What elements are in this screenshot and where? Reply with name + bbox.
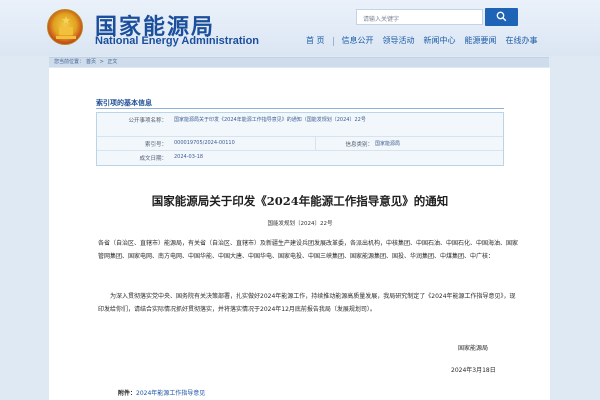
breadcrumb-current: 正文: [107, 59, 118, 65]
info-column-divider: [315, 137, 316, 150]
breadcrumb-separator: >: [98, 59, 106, 65]
star-icon: ★: [61, 14, 71, 27]
search-icon: [496, 11, 507, 22]
info-row-index: 索引号： 000019705/2024-00110 信息类别： 国家能源局: [97, 137, 503, 150]
search-input[interactable]: 请输入关键字: [356, 9, 483, 25]
site-title-en[interactable]: National Energy Administration: [95, 35, 259, 47]
info-value: 国家能源局: [375, 141, 401, 147]
attachment-label: 附件：: [118, 390, 137, 397]
info-row-date: 成文日期： 2024-03-18: [97, 151, 503, 164]
nav-item-leadership[interactable]: 领导活动: [383, 35, 415, 49]
info-row-name: 公开事项名称： 国家能源局关于印发《2024年能源工作指导意见》的通知（国能发规…: [97, 113, 503, 126]
nav-divider: [332, 37, 334, 46]
document-title: 国家能源局关于印发《2024年能源工作指导意见》的通知: [151, 194, 449, 208]
attachment: 附件：2024年能源工作指导意见: [118, 388, 205, 397]
document-paragraph-body: 为深入贯彻落实党中央、国务院有关决策部署，扎实做好2024年能源工作，持续推动能…: [98, 293, 516, 313]
info-label: 信息类别：: [345, 142, 373, 148]
info-label: 索引号：: [144, 142, 167, 148]
signature-organization: 国家能源局: [458, 345, 489, 352]
breadcrumb: 您当前位置： 首页 > 正文: [54, 58, 119, 65]
info-value: 国家能源局关于印发《2024年能源工作指导意见》的通知（国能发规划〔2024〕2…: [174, 117, 366, 123]
main-nav: 首 页 信息公开 领导活动 新闻中心 能源要闻 在线办事: [306, 35, 547, 49]
nav-item-home[interactable]: 首 页: [306, 35, 325, 49]
nav-item-online-services[interactable]: 在线办事: [506, 35, 538, 49]
attachment-link[interactable]: 2024年能源工作指导意见: [136, 390, 205, 397]
emblem-base: [56, 36, 76, 39]
info-section-rule: [96, 108, 504, 109]
info-label: 成文日期：: [139, 156, 167, 162]
info-value: 2024-03-18: [174, 154, 204, 160]
info-label: 公开事项名称：: [128, 118, 167, 124]
tiananmen-gate-icon: [59, 27, 73, 35]
signature-date: 2024年3月18日: [451, 367, 496, 374]
search-button[interactable]: [485, 8, 518, 26]
info-value: 000019705/2024-00110: [174, 140, 235, 146]
document-number: 国能发规划〔2024〕22号: [267, 221, 333, 227]
nav-item-news[interactable]: 新闻中心: [424, 35, 456, 49]
breadcrumb-prefix: 您当前位置：: [54, 59, 85, 65]
breadcrumb-bar: [49, 57, 549, 67]
document-paragraph-recipients: 各省（自治区、直辖市）能源局，有关省（自治区、直辖市）及新疆生产建设兵团发展改革…: [98, 240, 519, 260]
nav-item-energy-news[interactable]: 能源要闻: [465, 35, 497, 49]
national-emblem-logo[interactable]: ★: [47, 9, 83, 45]
breadcrumb-home-link[interactable]: 首页: [86, 59, 96, 65]
info-table: 公开事项名称： 国家能源局关于印发《2024年能源工作指导意见》的通知（国能发规…: [96, 112, 504, 166]
nav-item-info-disclosure[interactable]: 信息公开: [342, 35, 374, 49]
info-section-title: 索引项的基本信息: [96, 99, 152, 107]
